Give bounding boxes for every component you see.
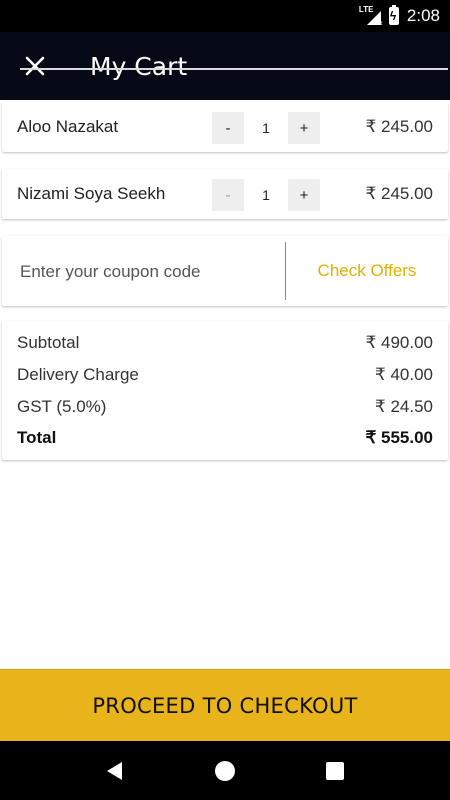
gst-label: GST (5.0%) [17, 397, 107, 416]
quantity-value: 1 [262, 187, 270, 203]
back-button[interactable] [95, 751, 135, 791]
quantity-stepper: - 1 + [212, 179, 320, 211]
proceed-to-checkout-button[interactable]: PROCEED TO CHECKOUT [0, 669, 450, 741]
checkout-label: PROCEED TO CHECKOUT [92, 693, 358, 718]
battery-icon: ϟ [388, 5, 399, 25]
page-title: My Cart [90, 51, 188, 81]
total-row: Total ₹ 555.00 [17, 426, 433, 450]
decrease-quantity-button[interactable]: - [212, 112, 244, 144]
quantity-stepper: - 1 + [212, 112, 320, 144]
total-value: ₹ 555.00 [365, 428, 433, 447]
total-label: Total [17, 428, 57, 447]
status-time: 2:08 [406, 6, 440, 25]
subtotal-label: Subtotal [17, 333, 80, 352]
item-name: Nizami Soya Seekh [17, 184, 166, 203]
coupon-card: Check Offers [2, 236, 448, 306]
gst-row: GST (5.0%) ₹ 24.50 [17, 395, 433, 419]
subtotal-row: Subtotal ₹ 490.00 [17, 331, 433, 355]
increase-quantity-button[interactable]: + [288, 112, 320, 144]
decrease-quantity-button[interactable]: - [212, 179, 244, 211]
close-icon [25, 56, 45, 76]
home-button[interactable] [205, 751, 245, 791]
subtotal-value: ₹ 490.00 [365, 333, 433, 352]
back-triangle-icon [107, 761, 122, 780]
coupon-input[interactable] [20, 250, 284, 294]
system-nav-bar [0, 741, 450, 800]
home-circle-icon [215, 760, 235, 781]
item-price: ₹ 245.00 [365, 117, 433, 136]
order-summary: Subtotal ₹ 490.00 Delivery Charge ₹ 40.0… [2, 321, 448, 460]
quantity-value: 1 [262, 120, 270, 136]
gst-value: ₹ 24.50 [374, 397, 433, 416]
delivery-row: Delivery Charge ₹ 40.00 [17, 363, 433, 387]
signal-icon: LTE × [358, 5, 383, 28]
coupon-input-underline [20, 68, 448, 70]
delivery-label: Delivery Charge [17, 365, 139, 384]
status-icons: LTE × ϟ 2:08 [359, 0, 440, 32]
recents-button[interactable] [315, 751, 355, 791]
cart-item: Nizami Soya Seekh - 1 + ₹ 245.00 [2, 169, 448, 219]
increase-quantity-button[interactable]: + [288, 179, 320, 211]
recents-square-icon [326, 761, 344, 780]
delivery-value: ₹ 40.00 [374, 365, 433, 384]
item-name: Aloo Nazakat [17, 117, 119, 136]
item-price: ₹ 245.00 [365, 184, 433, 203]
check-offers-button[interactable]: Check Offers [286, 236, 448, 306]
close-button[interactable] [0, 32, 70, 100]
app-bar: My Cart [0, 32, 450, 100]
cart-item: Aloo Nazakat - 1 + ₹ 245.00 [2, 102, 448, 152]
status-bar: LTE × ϟ 2:08 [0, 0, 450, 32]
